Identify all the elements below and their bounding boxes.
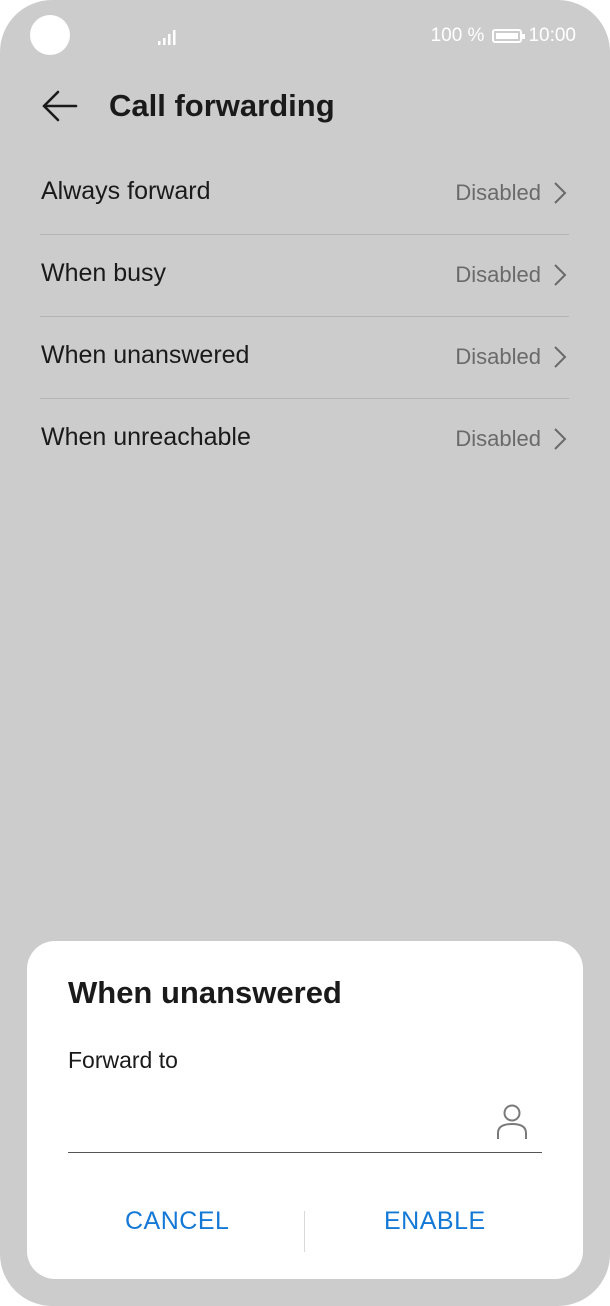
forward-to-label: Forward to	[68, 1047, 178, 1073]
forwarding-options-list: Always forward Disabled When busy Disabl…	[40, 153, 569, 480]
enable-button[interactable]: ENABLE	[384, 1207, 486, 1236]
option-label: When busy	[41, 259, 167, 287]
option-label: When unanswered	[41, 341, 250, 369]
option-label: When unreachable	[41, 423, 251, 451]
chevron-right-icon	[554, 428, 567, 450]
chevron-right-icon	[554, 182, 567, 204]
page-title: Call forwarding	[109, 88, 335, 123]
status-right: 100 % 10:00	[431, 24, 576, 48]
option-when-unanswered[interactable]: When unanswered Disabled	[40, 317, 569, 399]
cancel-button[interactable]: CANCEL	[125, 1207, 229, 1236]
phone-screen: 100 % 10:00 Call forwarding Always forwa…	[0, 0, 610, 1306]
dialog-title: When unanswered	[68, 975, 342, 1010]
option-always-forward[interactable]: Always forward Disabled	[40, 153, 569, 235]
clock: 10:00	[528, 25, 576, 46]
forward-number-input[interactable]	[68, 1091, 498, 1149]
battery-icon	[492, 29, 526, 43]
signal-icon	[158, 30, 176, 45]
chevron-right-icon	[554, 264, 567, 286]
option-when-busy[interactable]: When busy Disabled	[40, 235, 569, 317]
option-when-unreachable[interactable]: When unreachable Disabled	[40, 399, 569, 480]
input-underline	[68, 1152, 542, 1153]
contact-person-icon[interactable]	[495, 1103, 529, 1141]
option-status: Disabled	[455, 180, 541, 205]
option-status: Disabled	[455, 262, 541, 287]
battery-percentage: 100 %	[430, 25, 485, 46]
option-status: Disabled	[455, 426, 541, 451]
option-label: Always forward	[41, 177, 211, 205]
chevron-right-icon	[554, 346, 567, 368]
button-divider	[304, 1211, 305, 1252]
option-status: Disabled	[455, 344, 541, 369]
camera-cutout	[30, 15, 70, 55]
arrow-left-icon[interactable]	[40, 88, 78, 124]
forward-dialog: When unanswered Forward to CANCEL ENABLE	[27, 941, 583, 1279]
